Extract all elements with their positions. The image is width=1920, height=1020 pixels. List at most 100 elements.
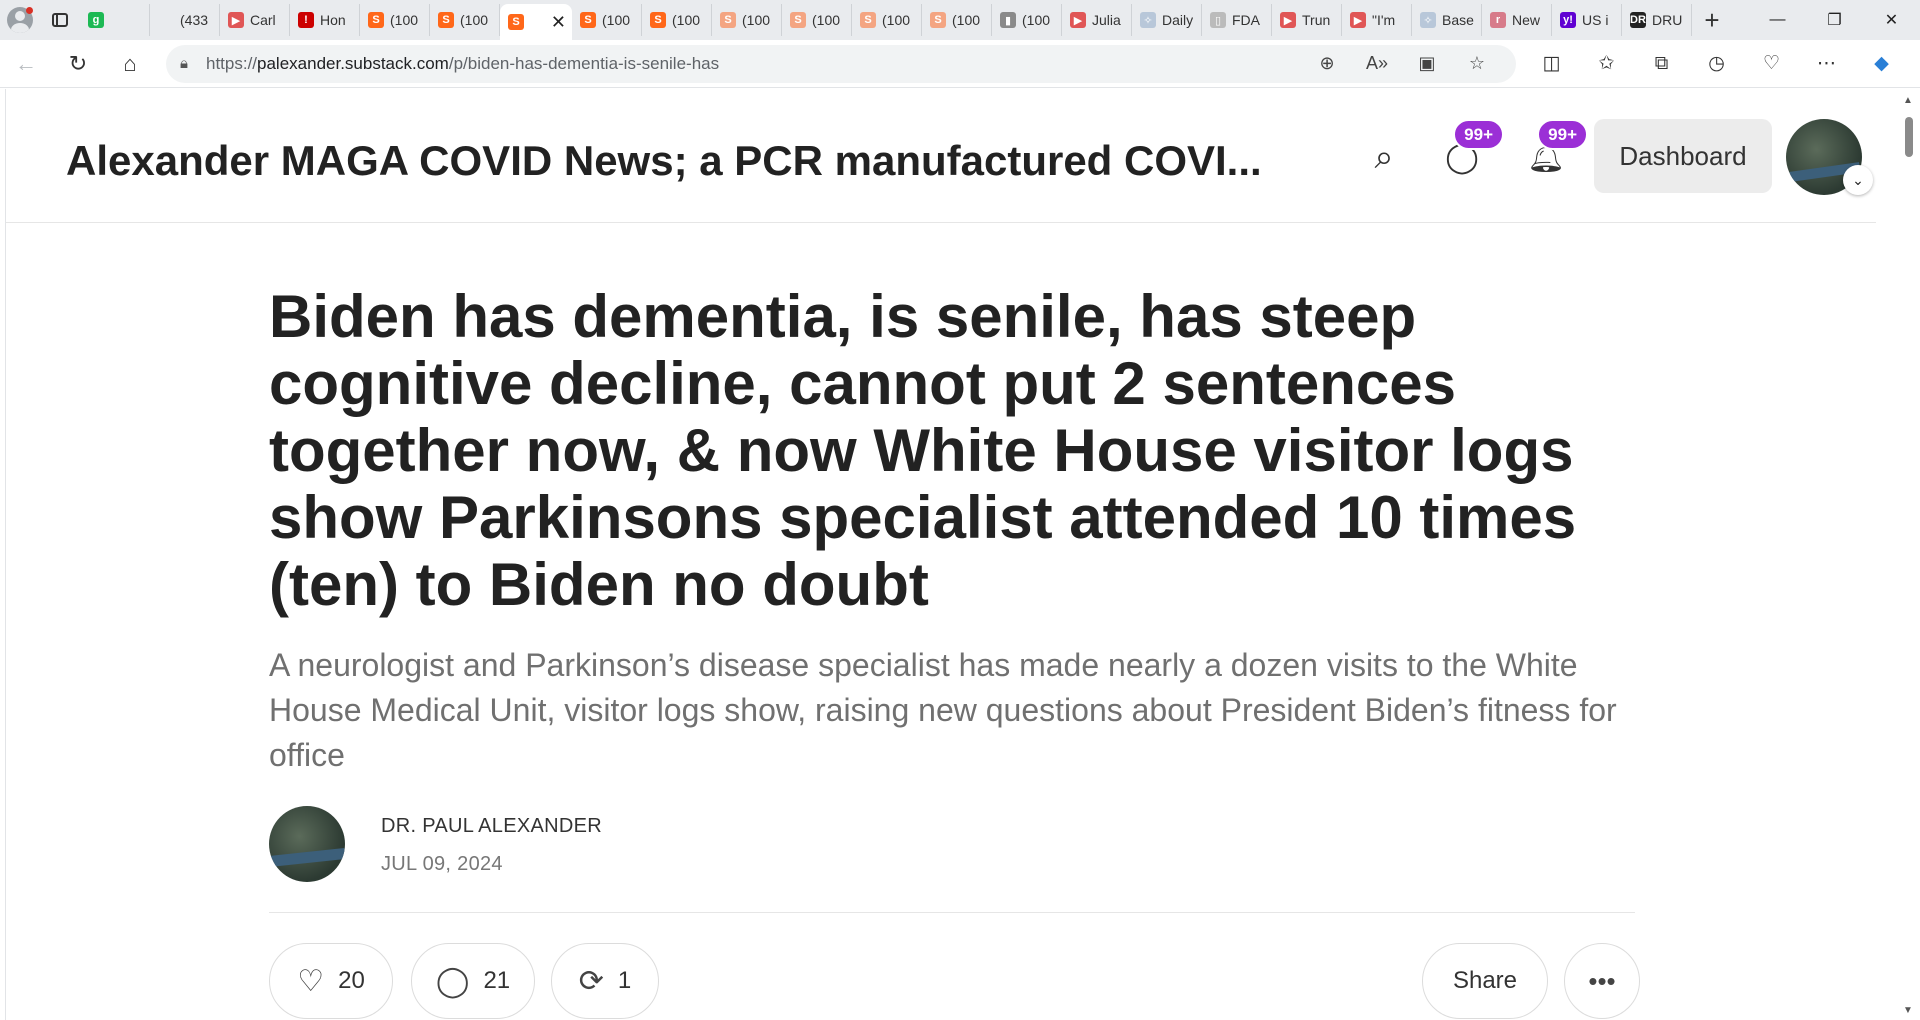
tab-title: (433 [180,12,209,28]
tab-title: (100 [812,12,841,28]
scroll-down-icon[interactable]: ▼ [1903,1005,1913,1016]
tab-favicon-icon: y! [1560,12,1576,28]
tab-favicon-icon: DR [1630,12,1646,28]
history-icon[interactable]: ◷ [1689,44,1744,84]
tab-favicon-icon: S [930,12,946,28]
tab-title: US i [1582,12,1609,28]
search-icon[interactable]: ⌕ [1356,129,1412,185]
comment-button[interactable]: ◯ 21 [411,943,535,1019]
notifications-bell-icon[interactable]: 🔔︎ 99+ [1518,119,1588,185]
browser-tab[interactable]: ✧ Daily [1132,4,1202,36]
tab-title: (100 [952,12,981,28]
tab-title: (100 [672,12,701,28]
profile-avatar-icon[interactable] [0,0,40,40]
tab-favicon-icon: S [368,12,384,28]
read-aloud-icon[interactable]: A» [1352,53,1402,74]
url-text[interactable]: https://palexander.substack.com/p/biden-… [206,54,1302,74]
browser-essentials-icon[interactable]: ♡ [1744,44,1799,84]
favorite-star-icon[interactable]: ☆ [1452,53,1502,74]
tab-title: (100 [390,12,419,28]
tab-title: (100 [742,12,771,28]
browser-tab[interactable]: S (100 [712,4,782,36]
browser-tab[interactable]: S (100 [572,4,642,36]
browser-tab[interactable]: S ✕ [500,4,572,40]
comment-icon: ◯ [435,964,470,998]
scrollbar-thumb[interactable] [1905,117,1913,157]
browser-tab[interactable]: ▮ (100 [992,4,1062,36]
tab-favicon-icon: S [790,12,806,28]
browser-tab[interactable]: ▶ Carl [220,4,290,36]
tab-title: Trun [1302,12,1331,28]
tab-title: Base [1442,12,1474,28]
lock-icon[interactable]: 🔒︎ [180,55,188,72]
close-window-button[interactable]: ✕ [1863,0,1920,40]
url-host: palexander.substack.com [257,53,449,73]
author-name[interactable]: DR. PAUL ALEXANDER [381,815,602,838]
chevron-down-icon[interactable]: ⌄ [1843,165,1873,195]
scroll-up-icon[interactable]: ▲ [1903,95,1913,106]
zoom-icon[interactable]: ⊕ [1302,53,1352,74]
browser-tab[interactable]: g [80,4,150,36]
browser-tab[interactable]: S (100 [852,4,922,36]
browser-tab[interactable]: ✧ Base [1412,4,1482,36]
browser-tab[interactable]: S (100 [430,4,500,36]
browser-tab[interactable]: ▶ "I'm [1342,4,1412,36]
browser-tab[interactable]: S (100 [360,4,430,36]
dashboard-button[interactable]: Dashboard [1594,119,1772,193]
url-path: /p/biden-has-dementia-is-senile-has [448,53,720,73]
more-options-button[interactable]: ••• [1564,943,1640,1019]
tab-favicon-icon: S [580,12,596,28]
tab-title: (100 [882,12,911,28]
browser-tab[interactable]: ▶ Trun [1272,4,1342,36]
url-scheme: https:// [205,53,258,73]
browser-tab[interactable]: r New [1482,4,1552,36]
browser-tab[interactable]: y! US i [1552,4,1622,36]
chat-icon[interactable]: ◯ 99+ [1434,119,1504,185]
tab-title: New [1512,12,1541,28]
minimize-button[interactable]: — [1749,0,1806,40]
new-tab-button[interactable]: + [1692,0,1732,40]
close-tab-icon[interactable]: ✕ [551,12,566,33]
restack-button[interactable]: ⟳ 1 [551,943,659,1019]
browser-tab[interactable]: ▶ Julia [1062,4,1132,36]
tab-title: Hon [320,12,346,28]
home-button[interactable]: ⌂ [104,44,156,84]
browser-tab[interactable]: ▯ FDA [1202,4,1272,36]
tab-favicon-icon: ✧ [1420,12,1436,28]
tab-favicon-icon: S [720,12,736,28]
browser-tab[interactable]: S (100 [922,4,992,36]
browser-tab[interactable]: S (100 [782,4,852,36]
web-page: Alexander MAGA COVID News; a PCR manufac… [5,89,1898,1020]
notifications-badge: 99+ [1537,119,1588,150]
refresh-button[interactable]: ↻ [52,44,104,84]
more-menu-icon[interactable]: ⋯ [1799,44,1854,84]
tabs-list: g (433 ▶ Carl! Hon S (100 S (100 S ✕ S (100 S (100 S (10… [80,0,1692,40]
browser-tab[interactable]: ! Hon [290,4,360,36]
page-scrollbar[interactable]: ▲ ▼ [1898,89,1920,1020]
browser-tab[interactable]: DR DRU [1622,4,1692,36]
share-button[interactable]: Share [1422,943,1548,1019]
author-avatar[interactable] [269,806,345,882]
like-count: 20 [338,967,365,994]
tab-actions-icon[interactable] [40,0,80,40]
tab-title: "I'm [1372,12,1396,28]
split-screen-icon[interactable]: ◫ [1524,44,1579,84]
publication-title[interactable]: Alexander MAGA COVID News; a PCR manufac… [66,137,1262,185]
browser-tab[interactable]: S (100 [642,4,712,36]
back-button[interactable]: ← [0,44,52,84]
collections-icon[interactable]: ⧉ [1634,44,1689,84]
restack-count: 1 [617,967,632,994]
like-button[interactable]: ♡ 20 [269,943,393,1019]
favorites-icon[interactable]: ✩ [1579,44,1634,84]
tab-title: (100 [602,12,631,28]
tab-title: Julia [1092,12,1121,28]
copilot-icon[interactable]: ◆ [1854,44,1909,84]
tab-favicon-icon: g [88,12,104,28]
immersive-reader-icon[interactable]: ▣ [1402,53,1452,74]
address-bar[interactable]: 🔒︎ https://palexander.substack.com/p/bid… [166,44,1516,83]
restore-button[interactable]: ❐ [1806,0,1863,40]
browser-tab[interactable]: (433 [150,4,220,36]
tab-title: Carl [250,12,276,28]
browser-tab-strip: g (433 ▶ Carl! Hon S (100 S (100 S ✕ S (100 S (100 S (10… [0,0,1920,40]
toolbar-right-icons: ◫ ✩ ⧉ ◷ ♡ ⋯ ◆ [1524,44,1909,84]
